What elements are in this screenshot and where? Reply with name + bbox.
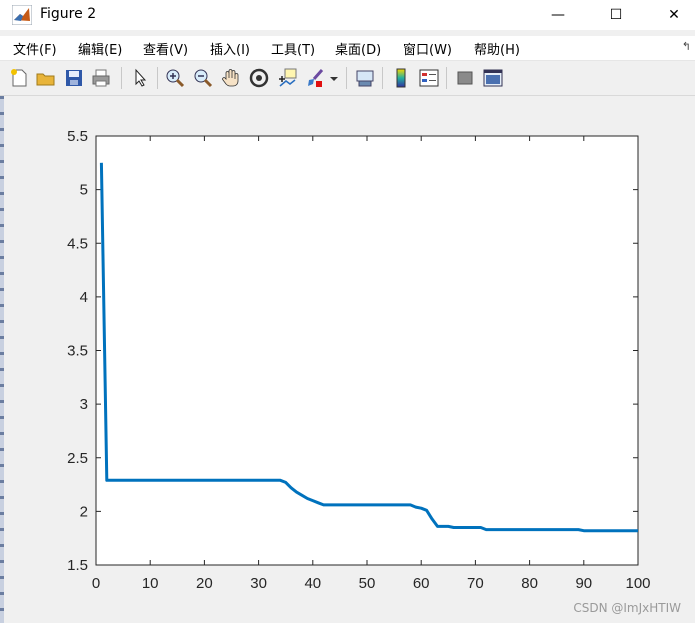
y-tick-label: 1.5 bbox=[67, 557, 88, 574]
axes-box bbox=[95, 135, 639, 566]
x-tick-label: 50 bbox=[359, 575, 376, 592]
x-tick-label: 60 bbox=[413, 575, 430, 592]
x-tick-label: 10 bbox=[142, 575, 159, 592]
y-tick-label: 3 bbox=[80, 396, 88, 413]
figure-canvas: 0 10 20 30 40 50 60 70 80 90 100 1.5 2 2.5 3 3.5 4 4.5 5 5… bbox=[67, 128, 650, 592]
y-tick-label: 4.5 bbox=[67, 235, 88, 252]
x-tick-label: 70 bbox=[467, 575, 484, 592]
y-tick-label: 5.5 bbox=[67, 128, 88, 145]
x-tick-label: 30 bbox=[250, 575, 267, 592]
x-tick-label: 80 bbox=[521, 575, 538, 592]
y-tick-label: 5 bbox=[80, 182, 88, 199]
x-tick-label: 0 bbox=[92, 575, 100, 592]
watermark: CSDN @ImJxHTIW bbox=[573, 601, 681, 615]
x-tick-label: 100 bbox=[625, 575, 650, 592]
y-tick-label: 2.5 bbox=[67, 450, 88, 467]
x-tick-label: 40 bbox=[304, 575, 321, 592]
x-tick-label: 20 bbox=[196, 575, 213, 592]
x-tick-label: 90 bbox=[575, 575, 592, 592]
y-tick-label: 2 bbox=[80, 503, 88, 520]
y-tick-label: 3.5 bbox=[67, 343, 88, 360]
y-tick-label: 4 bbox=[80, 289, 88, 306]
